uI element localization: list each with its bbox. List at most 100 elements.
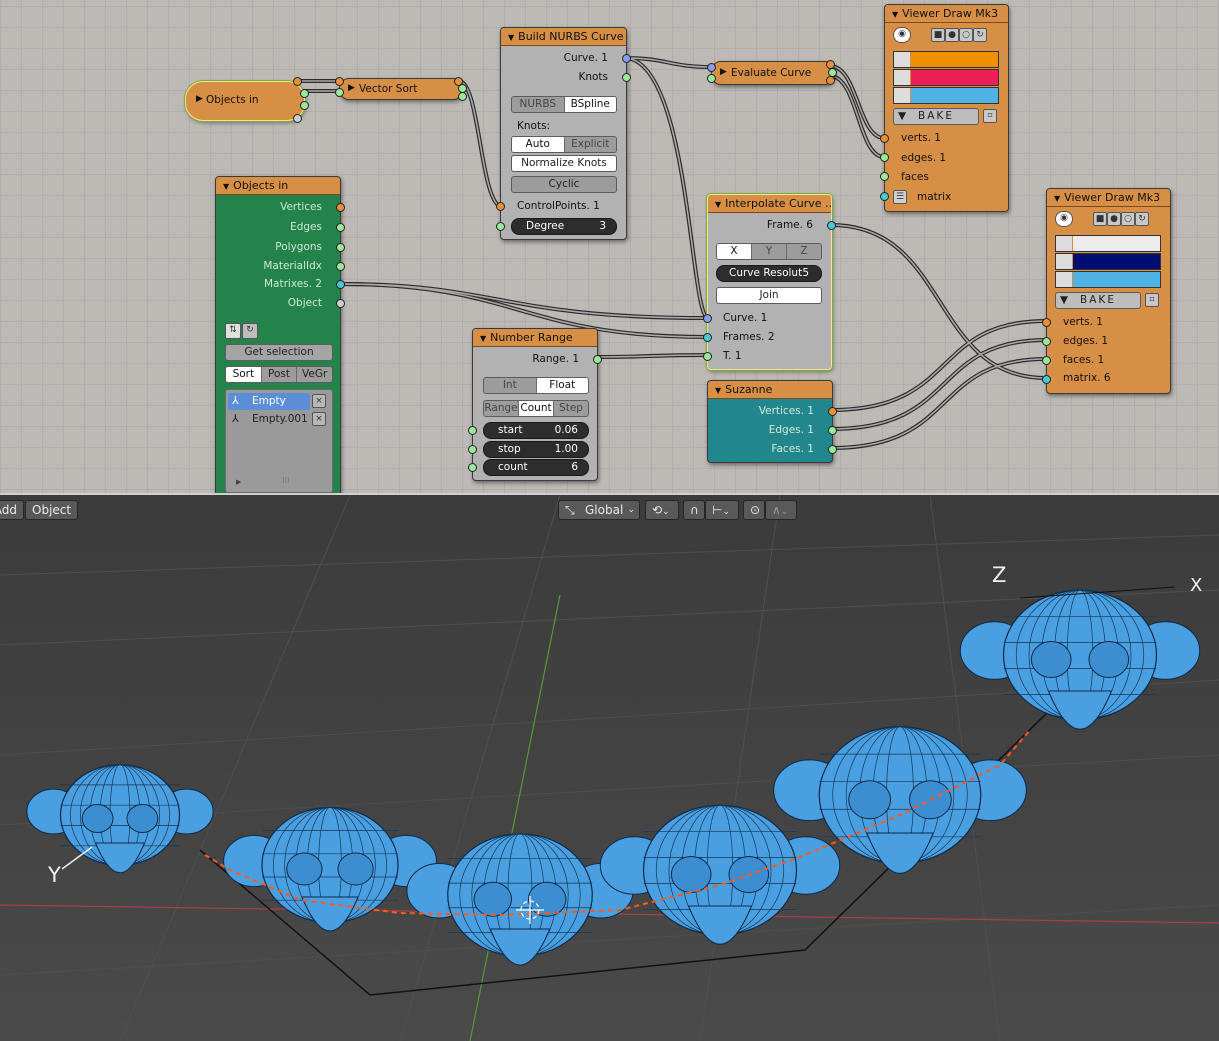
list-item[interactable]: ⅄ Empty.001 xyxy=(228,411,310,428)
evaluate-curve-node[interactable]: ▶ Evaluate Curve xyxy=(707,60,837,85)
output-vertices-socket[interactable] xyxy=(828,407,837,416)
input-socket[interactable] xyxy=(335,88,344,97)
output-socket[interactable] xyxy=(826,76,835,85)
vector-sort-node[interactable]: ▶ Vector Sort xyxy=(335,77,467,101)
collapse-arrow-icon[interactable]: ▼ xyxy=(715,200,721,209)
input-verts-socket[interactable] xyxy=(880,134,889,143)
range-mode-selector[interactable]: Range Count Step xyxy=(483,400,589,417)
input-control-points-socket[interactable] xyxy=(496,202,505,211)
input-socket[interactable] xyxy=(335,77,344,86)
vertex-color-swatch[interactable] xyxy=(893,51,999,68)
eye-icon[interactable]: ◉ xyxy=(893,27,911,43)
object-menu[interactable]: Object xyxy=(25,500,79,520)
collapse-arrow-icon[interactable]: ▼ xyxy=(1054,194,1060,203)
refresh-icon[interactable]: ↻ xyxy=(973,28,987,42)
input-frames-socket[interactable] xyxy=(703,333,712,342)
settings-icon[interactable]: ⌗ xyxy=(983,109,997,123)
node-header[interactable]: ▼ Number Range xyxy=(473,329,597,347)
tab-post[interactable]: Post xyxy=(261,367,298,382)
matrix-icon[interactable]: ☰ xyxy=(893,190,907,204)
output-matrixes-socket[interactable] xyxy=(336,280,345,289)
node-editor[interactable]: ▶ Objects in ▶ Vector Sort ▼ Build NURBS … xyxy=(0,0,1219,495)
object-list[interactable]: ⅄ Empty × ⅄ Empty.001 × ▶ ⁝⁝⁝ xyxy=(225,389,333,493)
curve-resolution-field[interactable]: Curve Resolut 5 xyxy=(716,265,822,282)
sort-mode-tabs[interactable]: Sort Post VeGr xyxy=(225,366,333,383)
add-menu[interactable]: Add xyxy=(0,500,24,520)
input-faces-socket[interactable] xyxy=(880,172,889,181)
collapse-arrow-icon[interactable]: ▶ xyxy=(196,94,203,104)
bake-button[interactable]: ▼ BAKE xyxy=(893,108,979,125)
cube-icon[interactable]: ■ xyxy=(1093,212,1107,226)
objects-in-collapsed-node[interactable]: ▶ Objects in xyxy=(185,77,309,123)
output-curve-socket[interactable] xyxy=(622,54,631,63)
axis-x[interactable]: X xyxy=(717,244,752,259)
node-header[interactable]: ▼ Suzanne xyxy=(708,381,832,399)
mode-bspline[interactable]: BSpline xyxy=(564,97,616,112)
knots-auto[interactable]: Auto xyxy=(512,137,565,152)
build-nurbs-curve-node[interactable]: ▼ Build NURBS Curve Curve. 1 Knots NURBS … xyxy=(496,27,631,240)
input-edges-socket[interactable] xyxy=(1042,337,1051,346)
cube-icon[interactable]: ■ xyxy=(931,28,945,42)
circle-icon[interactable]: ○ xyxy=(1121,212,1135,226)
collapse-arrow-icon[interactable]: ▼ xyxy=(223,182,229,191)
type-int[interactable]: Int xyxy=(484,378,537,393)
axis-y[interactable]: Y xyxy=(752,244,787,259)
interpolate-curve-node[interactable]: ▼ Interpolate Curve .. Frame. 6 X Y Z Cur… xyxy=(703,194,836,370)
number-range-node[interactable]: ▼ Number Range Range. 1 Int Float Range C… xyxy=(468,328,602,481)
input-edges-socket[interactable] xyxy=(880,153,889,162)
input-curve-socket[interactable] xyxy=(703,314,712,323)
output-edges-socket[interactable] xyxy=(336,223,345,232)
cyclic-toggle[interactable]: Cyclic xyxy=(511,176,617,193)
sphere-icon[interactable]: ● xyxy=(1107,212,1121,226)
knots-explicit[interactable]: Explicit xyxy=(564,137,616,152)
input-start-socket[interactable] xyxy=(468,426,477,435)
output-socket[interactable] xyxy=(293,77,302,86)
output-frame-socket[interactable] xyxy=(827,221,836,230)
type-float[interactable]: Float xyxy=(536,378,588,393)
output-polygons-socket[interactable] xyxy=(336,243,345,252)
suzanne-node[interactable]: ▼ Suzanne Vertices. 1 Edges. 1 Faces. 1 xyxy=(707,380,837,463)
snap-toggle[interactable]: ∩ xyxy=(683,500,705,520)
pivot-dropdown[interactable]: ⟲⌄ xyxy=(645,500,679,520)
knots-mode-selector[interactable]: Auto Explicit xyxy=(511,136,617,153)
collapse-arrow-icon[interactable]: ▶ xyxy=(720,67,727,77)
normalize-knots-toggle[interactable]: Normalize Knots xyxy=(511,155,617,172)
axis-selector[interactable]: X Y Z xyxy=(716,243,822,260)
input-verts-socket[interactable] xyxy=(1042,318,1051,327)
node-header[interactable]: ▼ Viewer Draw Mk3 xyxy=(1047,189,1170,207)
input-count-socket[interactable] xyxy=(468,463,477,472)
node-header[interactable]: ▼ Interpolate Curve .. xyxy=(708,195,831,213)
proportional-edit-toggle[interactable]: ⊙ xyxy=(743,500,765,520)
orientation-dropdown[interactable]: ⤡ Global ⌄ xyxy=(558,500,640,520)
snap-element-dropdown[interactable]: ⊢⌄ xyxy=(705,500,739,520)
collapse-arrow-icon[interactable]: ▶ xyxy=(348,83,355,93)
expand-arrow-icon[interactable]: ▶ xyxy=(236,478,241,486)
stop-field[interactable]: stop 1.00 xyxy=(483,441,589,458)
circle-icon[interactable]: ○ xyxy=(959,28,973,42)
tab-vegr[interactable]: VeGr xyxy=(297,367,332,382)
mode-step[interactable]: Step xyxy=(554,401,588,416)
output-vertices-socket[interactable] xyxy=(336,203,345,212)
degree-field[interactable]: Degree 3 xyxy=(511,218,617,235)
refresh-icon[interactable]: ↻ xyxy=(1135,212,1149,226)
face-color-swatch[interactable] xyxy=(893,87,999,104)
resize-handle-icon[interactable]: ⁝⁝⁝ xyxy=(282,476,290,485)
curve-mode-selector[interactable]: NURBS BSpline xyxy=(511,96,617,113)
output-materialidx-socket[interactable] xyxy=(336,262,345,271)
output-faces-socket[interactable] xyxy=(828,445,837,454)
sphere-icon[interactable]: ● xyxy=(945,28,959,42)
collapse-arrow-icon[interactable]: ▼ xyxy=(480,334,486,343)
refresh-icon[interactable]: ↻ xyxy=(242,323,258,339)
viewer-draw-node-1[interactable]: ▼ Viewer Draw Mk3 ◉ ■ ● ○ ↻ ▼ BAKE ⌗ verts… xyxy=(880,4,1009,212)
mode-range[interactable]: Range xyxy=(484,401,519,416)
settings-icon[interactable]: ⌗ xyxy=(1145,293,1159,307)
get-selection-button[interactable]: Get selection xyxy=(225,344,333,361)
eye-icon[interactable]: ◉ xyxy=(1055,211,1073,227)
input-socket[interactable] xyxy=(707,74,716,83)
join-toggle[interactable]: Join xyxy=(716,287,822,304)
input-socket[interactable] xyxy=(707,63,716,72)
output-socket[interactable] xyxy=(293,114,302,123)
objects-in-node[interactable]: ▼ Objects in Vertices Edges Polygons Mate… xyxy=(215,176,345,495)
collapse-arrow-icon[interactable]: ▼ xyxy=(508,33,514,42)
node-header[interactable]: ▼ Objects in xyxy=(216,177,340,195)
